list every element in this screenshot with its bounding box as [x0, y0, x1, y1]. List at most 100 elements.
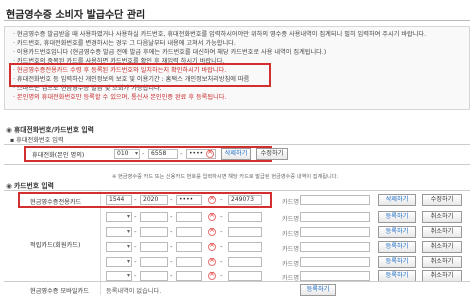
dash: - [170, 196, 173, 204]
bullet-icon: ◉ [6, 182, 12, 190]
phone-card-section-heading: ◉ 휴대전화번호/카드번호 입력 [6, 124, 94, 134]
card-number-field[interactable]: 249073 [228, 195, 262, 205]
card-type-label: 카드명 [282, 199, 300, 206]
clear-icon[interactable] [206, 148, 214, 158]
info-highlight-box [9, 63, 271, 87]
divider [4, 164, 470, 165]
card-number-field[interactable] [140, 212, 168, 222]
dash: - [170, 228, 173, 236]
card-number-field[interactable] [228, 212, 262, 222]
dash: - [180, 150, 183, 158]
divider [4, 281, 470, 282]
card-register-button[interactable]: 등록하기 [378, 256, 416, 268]
card-number-field[interactable] [176, 271, 202, 281]
clear-icon[interactable] [208, 211, 216, 221]
dash: - [134, 243, 137, 251]
dash: - [220, 196, 223, 204]
dash: - [134, 196, 137, 204]
card-number-field[interactable] [140, 227, 168, 237]
dash: - [134, 213, 137, 221]
card-number-field[interactable] [228, 227, 262, 237]
divider [4, 190, 470, 191]
card-cancel-button[interactable]: 취소하기 [422, 226, 462, 238]
dash: - [170, 243, 173, 251]
info-line: · 카드번호, 휴대전화번호를 변경하시는 경우 그 다음날부터 내용에 고쳐서… [13, 40, 236, 47]
card-number-field[interactable] [228, 271, 262, 281]
dash: - [170, 272, 173, 280]
dash: - [134, 258, 137, 266]
card-type-field[interactable] [300, 242, 370, 252]
card-number-field[interactable] [176, 242, 202, 252]
card-cancel-button[interactable]: 취소하기 [422, 241, 462, 253]
info-panel: · 현금영수증 발급받을 때 사용하였거나 사용하실 카드번호, 휴대전화번호를… [4, 26, 470, 110]
card-type-field[interactable] [300, 212, 370, 222]
card-number-field[interactable]: 1544 [106, 195, 132, 205]
card-cancel-button[interactable]: 취소하기 [422, 211, 462, 223]
phone-label: 휴대전화(본인 명의) [32, 152, 85, 159]
dash: - [142, 150, 145, 158]
dash: - [220, 228, 223, 236]
phone-sub-heading: ▪ 휴대전화번호 입력 [10, 135, 64, 144]
phone-delete-button[interactable]: 삭제하기 [221, 148, 251, 160]
bullet-icon: ◉ [6, 126, 12, 134]
card-number-field[interactable] [140, 271, 168, 281]
card-type-field[interactable] [300, 271, 370, 281]
card-section-heading: ◉ 카드번호 입력 [6, 180, 54, 190]
card-number-field[interactable] [176, 227, 202, 237]
card-type-label: 카드명 [282, 231, 300, 238]
other-card-label: 적립카드(회원카드) [30, 242, 81, 249]
dash: - [170, 213, 173, 221]
phone-prefix-select[interactable]: 010 [114, 149, 140, 159]
dash: - [170, 258, 173, 266]
card-edit-button[interactable]: 수정하기 [422, 194, 462, 206]
card-type-label: 카드명 [282, 261, 300, 268]
page-title: 현금영수증 소비자 발급수단 관리 [6, 10, 146, 21]
card-number-field[interactable]: 2020 [140, 195, 168, 205]
card-register-button[interactable]: 등록하기 [378, 226, 416, 238]
card-type-label: 카드명 [282, 246, 300, 253]
clear-icon[interactable] [208, 241, 216, 251]
card-number-select[interactable] [106, 212, 132, 222]
info-line: · 이용카드번호입니다 (현금영수증 발급 전에 발급 후에는 카드번호를 대신… [13, 49, 327, 56]
dash: - [134, 272, 137, 280]
dash: - [220, 243, 223, 251]
card-number-select[interactable] [106, 271, 132, 281]
card-number-field[interactable]: •••• [176, 195, 202, 205]
card-note: ※ 현금영수증 카드 또는 신용카드 번호를 입력하시면 해당 카드로 발급된 … [112, 174, 339, 180]
card-register-button[interactable]: 등록하기 [378, 211, 416, 223]
info-line-warning: · 본인명의 휴대전화번호만 등록할 수 있으며, 통신사 본인인증 완료 후 … [13, 94, 227, 101]
mobile-register-button[interactable]: 등록하기 [300, 284, 336, 296]
card-number-field[interactable] [176, 212, 202, 222]
card-number-select[interactable] [106, 227, 132, 237]
card-type-field[interactable] [300, 257, 370, 267]
clear-icon[interactable] [208, 226, 216, 236]
card-number-field[interactable] [228, 242, 262, 252]
clear-icon[interactable] [208, 256, 216, 266]
card-number-field[interactable] [176, 257, 202, 267]
dash: - [220, 272, 223, 280]
phone-edit-button[interactable]: 수정하기 [256, 148, 288, 160]
mobile-card-label: 현금영수증 모바일카드 [30, 288, 89, 295]
card-number-field[interactable] [140, 242, 168, 252]
card-number-field[interactable] [228, 257, 262, 267]
sub-heading-text: 휴대전화번호 입력 [16, 137, 64, 144]
card-number-field[interactable] [140, 257, 168, 267]
card-delete-button[interactable]: 삭제하기 [378, 194, 416, 206]
info-line: · 현금영수증 발급받을 때 사용하였거나 사용하실 카드번호, 휴대전화번호를… [13, 31, 427, 38]
card-type-field[interactable] [300, 227, 370, 237]
card-type-field[interactable] [300, 195, 370, 205]
card-register-button[interactable]: 등록하기 [378, 241, 416, 253]
section-heading-text: 휴대전화번호/카드번호 입력 [13, 126, 94, 134]
section-heading-text: 카드번호 입력 [13, 182, 54, 190]
card-number-select[interactable] [106, 242, 132, 252]
phone-middle-field[interactable]: 6558 [148, 149, 178, 159]
clear-icon[interactable] [208, 270, 216, 280]
title-divider [4, 20, 470, 21]
card-type-label: 카드명 [282, 216, 300, 223]
card-number-select[interactable] [106, 257, 132, 267]
dedicated-card-label: 현금영수증전용카드 [30, 199, 82, 206]
mobile-card-value: 등록내역이 없습니다. [106, 288, 162, 295]
dash: - [220, 258, 223, 266]
card-cancel-button[interactable]: 취소하기 [422, 256, 462, 268]
clear-icon[interactable] [208, 194, 216, 204]
